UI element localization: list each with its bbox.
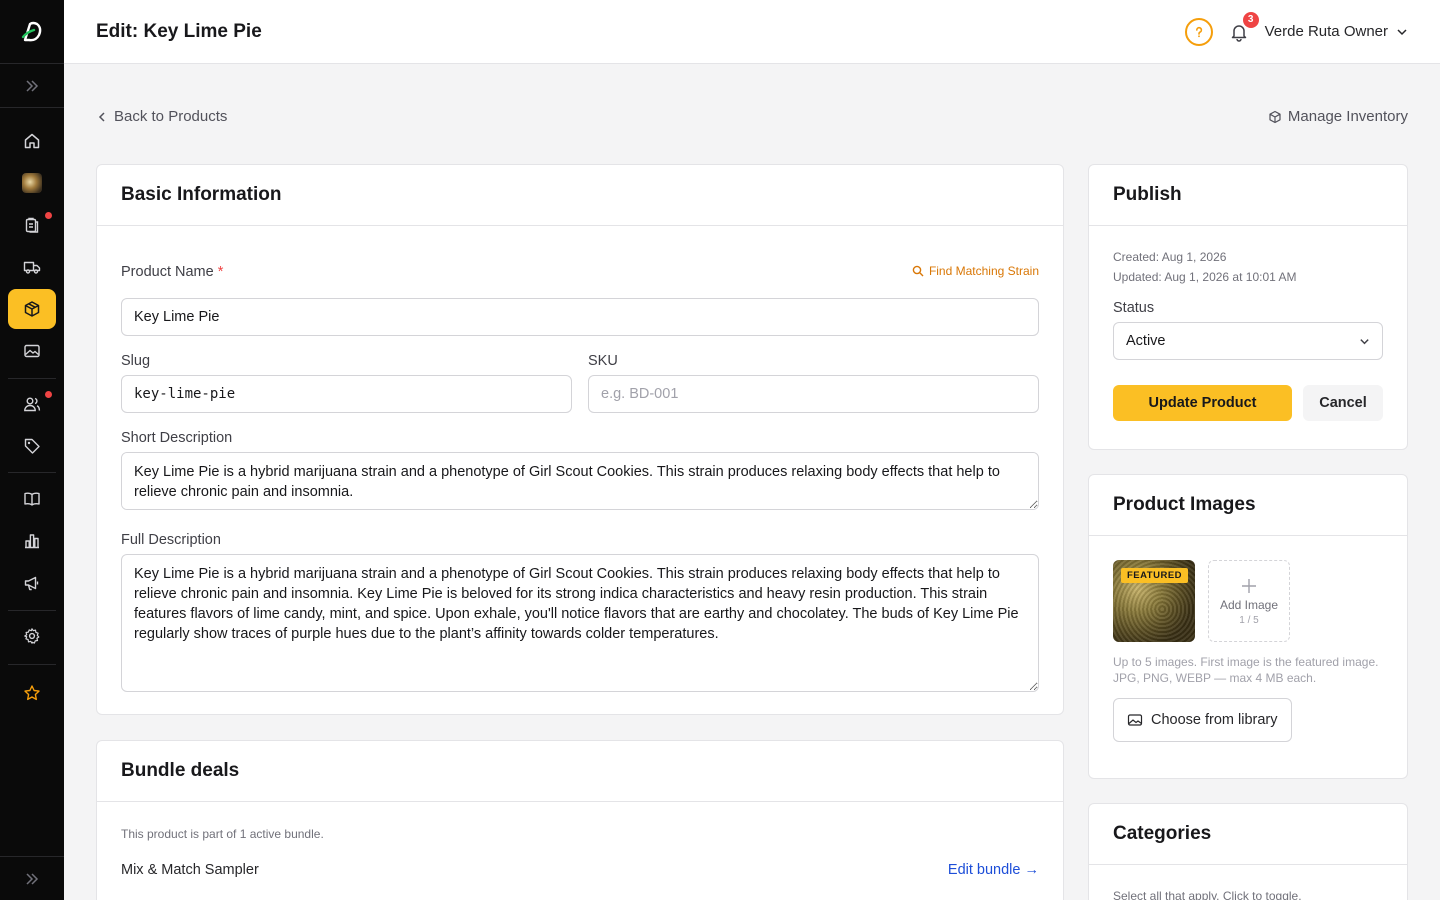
chevron-left-icon bbox=[98, 111, 105, 122]
manage-link-label: Manage Inventory bbox=[1287, 108, 1408, 125]
image-icon bbox=[24, 344, 40, 358]
gear-icon bbox=[24, 628, 40, 644]
home-icon bbox=[24, 133, 40, 149]
product-name-label: Product Name * bbox=[121, 264, 224, 280]
manage-inventory-link[interactable]: Manage Inventory bbox=[1268, 108, 1408, 125]
sidebar-item-catalog[interactable] bbox=[8, 479, 56, 519]
sidebar-item-customers[interactable] bbox=[8, 384, 56, 424]
clipboard-icon bbox=[25, 217, 39, 233]
sku-label: SKU bbox=[588, 353, 618, 369]
bundle-deals-card: Bundle deals This product is part of 1 a… bbox=[96, 740, 1064, 900]
question-icon bbox=[1195, 26, 1202, 37]
back-to-products-link[interactable]: Back to Products bbox=[96, 108, 227, 125]
book-icon bbox=[24, 492, 40, 506]
categories-card: Categories Select all that apply. Click … bbox=[1088, 803, 1408, 900]
logo-icon bbox=[21, 21, 42, 41]
choose-from-library-button[interactable]: Choose from library bbox=[1113, 698, 1292, 742]
sku-input[interactable] bbox=[588, 375, 1039, 413]
page-title: Edit: Key Lime Pie bbox=[96, 20, 262, 42]
add-image-label: Add Image bbox=[1219, 598, 1279, 612]
double-chevron-right-icon bbox=[26, 79, 39, 92]
cancel-button[interactable]: Cancel bbox=[1303, 385, 1383, 421]
required-mark: * bbox=[217, 264, 224, 280]
users-icon bbox=[24, 397, 41, 412]
sidebar-item-analytics[interactable] bbox=[8, 521, 56, 561]
full-description-input[interactable]: Key Lime Pie is a hybrid marijuana strai… bbox=[121, 554, 1039, 692]
double-chevron-right-icon bbox=[26, 872, 39, 885]
sidebar-item-products[interactable] bbox=[8, 289, 56, 329]
package-icon bbox=[1269, 110, 1281, 123]
add-image-button[interactable]: Add Image 1 / 5 bbox=[1208, 560, 1290, 642]
megaphone-icon bbox=[24, 576, 39, 591]
truck-icon bbox=[23, 261, 41, 274]
notification-count-badge: 3 bbox=[1242, 11, 1259, 28]
package-icon bbox=[24, 301, 40, 317]
status-label: Status bbox=[1113, 300, 1155, 316]
sidebar-expand-button[interactable] bbox=[0, 64, 64, 108]
user-name: Verde Ruta Owner bbox=[1264, 23, 1388, 40]
sidebar-item-marketing[interactable] bbox=[8, 563, 56, 603]
sidebar-collapse-button[interactable] bbox=[0, 856, 64, 900]
bundle-row: Mix & Match Sampler Edit bundle → bbox=[121, 862, 1039, 878]
slug-input[interactable] bbox=[121, 375, 572, 413]
slug-label: Slug bbox=[121, 353, 151, 369]
basic-information-card: Basic Information Product Name * Find Ma… bbox=[96, 164, 1064, 715]
short-description-input[interactable]: Key Lime Pie is a hybrid marijuana strai… bbox=[121, 452, 1039, 510]
chevron-down-icon bbox=[1397, 28, 1407, 35]
created-date: Created: Aug 1, 2026 bbox=[1113, 250, 1227, 264]
chart-icon bbox=[25, 534, 39, 549]
product-name-input[interactable] bbox=[121, 298, 1039, 336]
search-icon bbox=[912, 265, 924, 277]
sidebar-item-delivery[interactable] bbox=[8, 247, 56, 287]
find-matching-strain-link[interactable]: Find Matching Strain bbox=[912, 264, 1039, 278]
app-logo[interactable] bbox=[0, 0, 64, 64]
help-button[interactable] bbox=[1184, 17, 1213, 46]
sidebar-item-settings[interactable] bbox=[8, 616, 56, 656]
images-hint: Up to 5 images. First image is the featu… bbox=[1113, 655, 1379, 685]
tag-icon bbox=[24, 438, 40, 454]
edit-bundle-link[interactable]: Edit bundle → bbox=[948, 862, 1039, 878]
star-icon bbox=[24, 685, 40, 701]
sidebar-item-favorites[interactable] bbox=[8, 673, 56, 713]
store-avatar bbox=[22, 173, 42, 193]
updated-date: Updated: Aug 1, 2026 at 10:01 AM bbox=[1113, 270, 1297, 284]
card-title: Basic Information bbox=[97, 165, 1063, 226]
user-menu[interactable]: Verde Ruta Owner bbox=[1265, 23, 1408, 40]
notification-dot bbox=[45, 391, 52, 398]
find-strain-label: Find Matching Strain bbox=[928, 264, 1039, 278]
sidebar-item-promotions[interactable] bbox=[8, 426, 56, 466]
featured-product-image[interactable]: FEATURED bbox=[1113, 560, 1195, 642]
card-title: Categories bbox=[1089, 804, 1407, 865]
product-images-card: Product Images FEATURED Add Image 1 / 5 … bbox=[1088, 474, 1408, 779]
full-description-label: Full Description bbox=[121, 532, 221, 548]
bundle-name: Mix & Match Sampler bbox=[121, 862, 259, 878]
sidebar-item-orders[interactable] bbox=[8, 205, 56, 245]
back-link-label: Back to Products bbox=[114, 108, 228, 125]
publish-card: Publish Created: Aug 1, 2026 Updated: Au… bbox=[1088, 164, 1408, 450]
library-button-label: Choose from library bbox=[1151, 712, 1278, 728]
plus-icon bbox=[1242, 579, 1256, 593]
card-title: Bundle deals bbox=[97, 741, 1063, 802]
sidebar-item-store[interactable] bbox=[8, 163, 56, 203]
bundle-info-text: This product is part of 1 active bundle. bbox=[121, 827, 324, 841]
short-description-label: Short Description bbox=[121, 430, 233, 446]
notification-dot bbox=[45, 212, 52, 219]
chevron-down-icon bbox=[1360, 338, 1369, 344]
sidebar-item-home[interactable] bbox=[8, 121, 56, 161]
featured-badge: FEATURED bbox=[1121, 568, 1189, 583]
notifications-button[interactable]: 3 bbox=[1227, 11, 1259, 44]
top-bar: Edit: Key Lime Pie 3 Verde Ruta Owner bbox=[64, 0, 1440, 64]
sidebar bbox=[0, 0, 64, 900]
card-title: Publish bbox=[1089, 165, 1407, 226]
image-count: 1 / 5 bbox=[1239, 615, 1259, 626]
image-icon bbox=[1127, 714, 1143, 726]
status-select[interactable]: Active bbox=[1113, 322, 1383, 360]
status-value: Active bbox=[1126, 333, 1166, 349]
sidebar-item-media[interactable] bbox=[8, 331, 56, 371]
update-product-button[interactable]: Update Product bbox=[1113, 385, 1292, 421]
card-title: Product Images bbox=[1089, 475, 1407, 536]
categories-hint: Select all that apply. Click to toggle. bbox=[1113, 889, 1302, 900]
